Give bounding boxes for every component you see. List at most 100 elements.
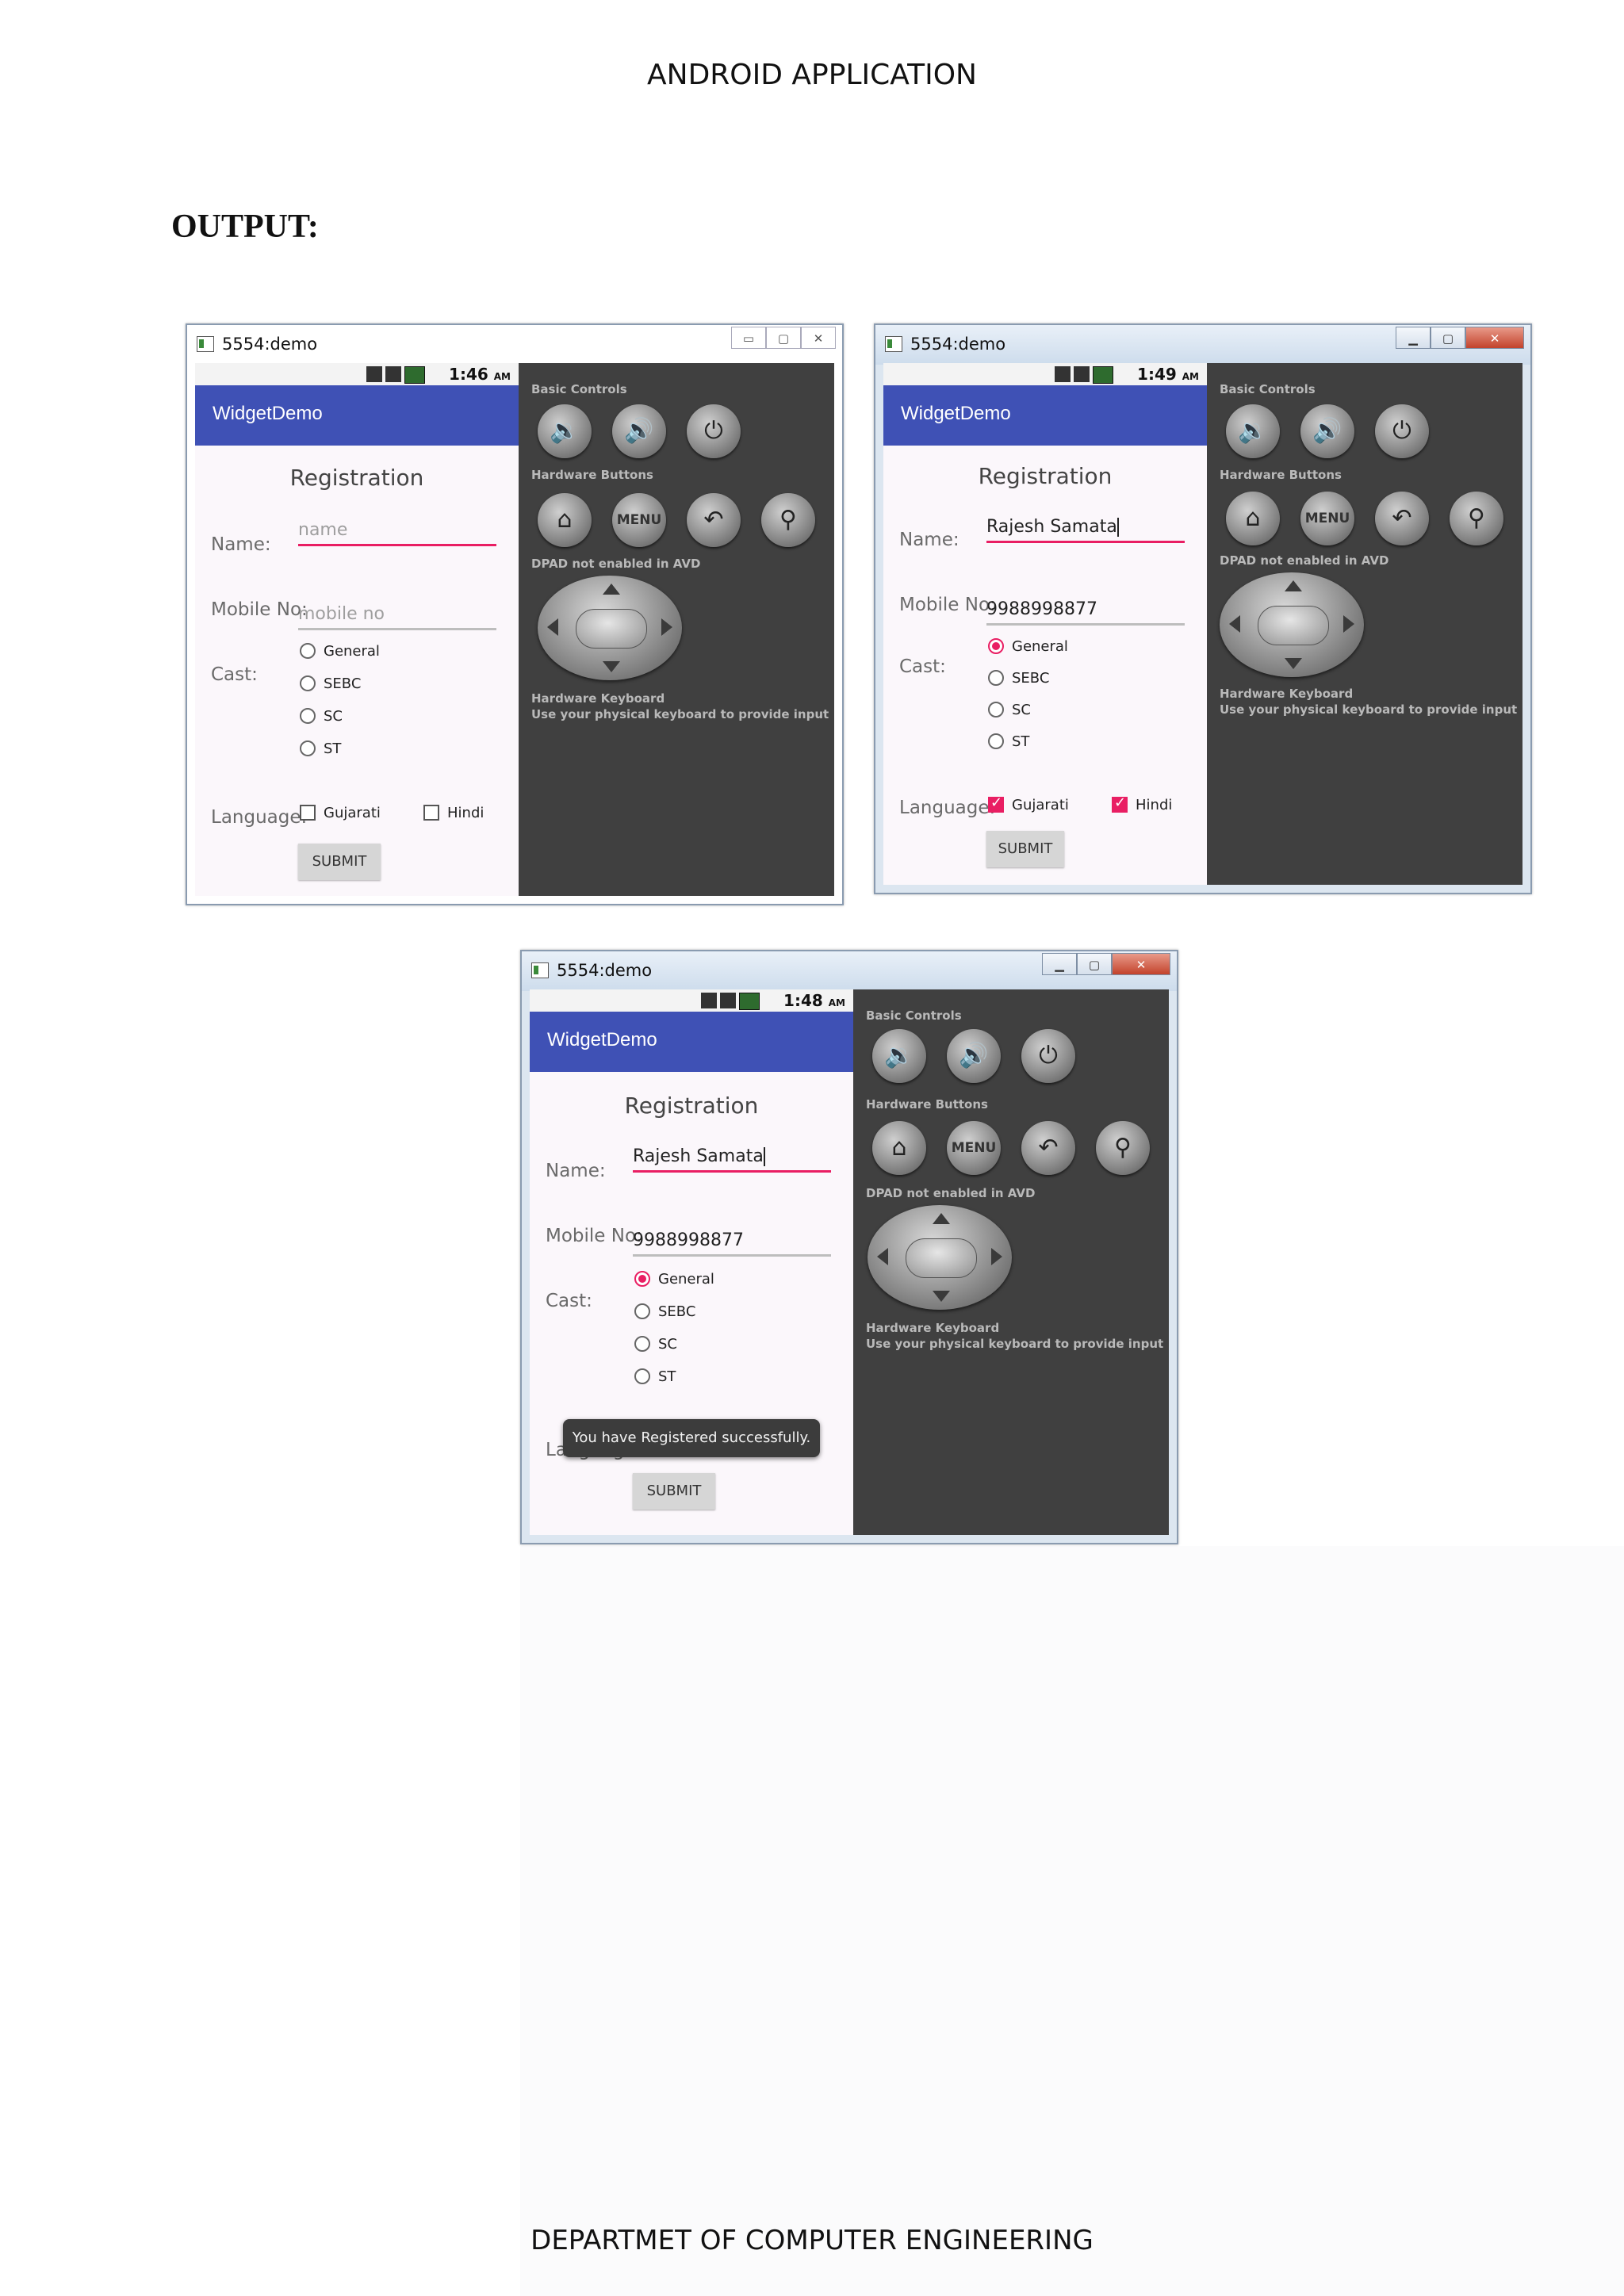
hardware-buttons-heading: Hardware Buttons xyxy=(531,468,653,482)
dpad-down-icon[interactable] xyxy=(1285,658,1302,669)
window-titlebar[interactable]: 5554:demo ▭ ▢ ✕ xyxy=(187,325,842,365)
radio-sebc[interactable]: SEBC xyxy=(988,666,1049,690)
name-input[interactable]: name xyxy=(298,519,496,546)
radio-sc[interactable]: SC xyxy=(988,698,1031,721)
radio-button[interactable] xyxy=(300,643,316,659)
mobile-input[interactable]: mobile no xyxy=(298,603,496,630)
cast-label: Cast: xyxy=(899,656,946,677)
checkbox-hindi[interactable]: Hindi xyxy=(1112,793,1172,817)
radio-button[interactable] xyxy=(988,733,1004,749)
maximize-button[interactable]: ▢ xyxy=(1077,953,1112,975)
home-icon[interactable]: ⌂ xyxy=(538,493,592,547)
dpad-up-icon[interactable] xyxy=(1285,580,1302,591)
radio-sc[interactable]: SC xyxy=(634,1332,677,1356)
dpad-left-icon[interactable] xyxy=(1229,615,1240,633)
submit-button[interactable]: SUBMIT xyxy=(298,844,381,880)
radio-sebc[interactable]: SEBC xyxy=(634,1299,695,1323)
radio-st[interactable]: ST xyxy=(300,737,341,760)
volume-up-icon[interactable]: 🔊 xyxy=(947,1029,1001,1083)
home-icon[interactable]: ⌂ xyxy=(1226,492,1280,545)
search-icon[interactable]: ⚲ xyxy=(1450,492,1503,545)
radio-general[interactable]: General xyxy=(634,1267,714,1291)
volume-down-icon[interactable]: 🔉 xyxy=(538,404,592,458)
dpad-down-icon[interactable] xyxy=(933,1291,950,1302)
dpad-control[interactable] xyxy=(1220,572,1364,677)
close-button[interactable]: ✕ xyxy=(801,327,836,349)
checkbox-gujarati[interactable]: Gujarati xyxy=(300,801,381,825)
close-button[interactable]: ✕ xyxy=(1112,953,1170,975)
checkbox-checked[interactable] xyxy=(1112,794,1128,813)
maximize-button[interactable]: ▢ xyxy=(766,327,801,349)
dpad-right-icon[interactable] xyxy=(661,618,672,636)
search-icon[interactable]: ⚲ xyxy=(761,493,815,547)
mobile-input[interactable]: 9988998877 xyxy=(633,1229,831,1257)
radio-button[interactable] xyxy=(988,670,1004,686)
emulator-controls-panel: Basic Controls 🔉 🔊 ⏻ Hardware Buttons ⌂ … xyxy=(519,363,834,896)
submit-button[interactable]: SUBMIT xyxy=(633,1473,715,1510)
dpad-center-button[interactable] xyxy=(906,1238,977,1278)
radio-button[interactable] xyxy=(634,1336,650,1352)
submit-button[interactable]: SUBMIT xyxy=(986,831,1064,867)
search-icon[interactable]: ⚲ xyxy=(1096,1121,1150,1175)
dpad-right-icon[interactable] xyxy=(991,1248,1002,1265)
radio-general[interactable]: General xyxy=(988,634,1068,658)
volume-down-icon[interactable]: 🔉 xyxy=(1226,404,1280,458)
dpad-control[interactable] xyxy=(868,1205,1012,1310)
checkbox-hindi[interactable]: Hindi xyxy=(423,801,484,825)
radio-button[interactable] xyxy=(634,1303,650,1319)
dpad-left-icon[interactable] xyxy=(877,1248,888,1265)
radio-st[interactable]: ST xyxy=(988,729,1029,753)
minimize-button[interactable]: ▭ xyxy=(731,327,766,349)
dpad-right-icon[interactable] xyxy=(1343,615,1354,633)
dpad-left-icon[interactable] xyxy=(547,618,558,636)
radio-general[interactable]: General xyxy=(300,639,380,663)
radio-button[interactable] xyxy=(300,708,316,724)
checkbox[interactable] xyxy=(300,805,316,821)
volume-down-icon[interactable]: 🔉 xyxy=(872,1029,926,1083)
radio-button[interactable] xyxy=(300,675,316,691)
minimize-button[interactable]: ▁ xyxy=(1396,327,1431,349)
volume-up-icon[interactable]: 🔊 xyxy=(1300,404,1354,458)
radio-button[interactable] xyxy=(634,1368,650,1384)
window-titlebar[interactable]: 5554:demo ▁ ▢ ✕ xyxy=(522,951,1177,991)
dpad-notice: DPAD not enabled in AVD xyxy=(531,557,701,571)
radio-sebc[interactable]: SEBC xyxy=(300,672,361,695)
mobile-input[interactable]: 9988998877 xyxy=(986,598,1185,626)
checkbox[interactable] xyxy=(423,805,439,821)
dpad-center-button[interactable] xyxy=(1258,606,1329,645)
radio-button-selected[interactable] xyxy=(634,1271,650,1287)
name-input[interactable]: Rajesh Samata xyxy=(633,1145,831,1173)
dpad-down-icon[interactable] xyxy=(603,661,620,672)
maximize-button[interactable]: ▢ xyxy=(1431,327,1465,349)
dpad-up-icon[interactable] xyxy=(933,1213,950,1224)
radio-button[interactable] xyxy=(300,740,316,756)
signal-icon xyxy=(1074,366,1090,382)
name-input[interactable]: Rajesh Samata xyxy=(986,515,1185,543)
minimize-button[interactable]: ▁ xyxy=(1042,953,1077,975)
back-icon[interactable]: ↶ xyxy=(687,493,741,547)
dpad-control[interactable] xyxy=(538,576,682,680)
close-button[interactable]: ✕ xyxy=(1465,327,1524,349)
back-icon[interactable]: ↶ xyxy=(1021,1121,1075,1175)
menu-button[interactable]: MENU xyxy=(612,493,666,547)
form-title: Registration xyxy=(624,1093,759,1119)
volume-up-icon[interactable]: 🔊 xyxy=(612,404,666,458)
checkbox-checked[interactable] xyxy=(988,794,1004,813)
power-icon[interactable]: ⏻ xyxy=(1021,1029,1075,1083)
toast-message: You have Registered successfully. xyxy=(563,1419,820,1457)
checkbox-gujarati[interactable]: Gujarati xyxy=(988,793,1069,817)
window-titlebar[interactable]: 5554:demo ▁ ▢ ✕ xyxy=(875,325,1530,365)
radio-button[interactable] xyxy=(988,702,1004,718)
menu-button[interactable]: MENU xyxy=(1300,492,1354,545)
menu-button[interactable]: MENU xyxy=(947,1121,1001,1175)
radio-st[interactable]: ST xyxy=(634,1364,676,1388)
home-icon[interactable]: ⌂ xyxy=(872,1121,926,1175)
back-icon[interactable]: ↶ xyxy=(1375,492,1429,545)
power-icon[interactable]: ⏻ xyxy=(1375,404,1429,458)
radio-button-selected[interactable] xyxy=(988,638,1004,654)
dpad-center-button[interactable] xyxy=(576,609,647,649)
power-icon[interactable]: ⏻ xyxy=(687,404,741,458)
radio-sc[interactable]: SC xyxy=(300,704,343,728)
dpad-up-icon[interactable] xyxy=(603,584,620,595)
network-3g-icon xyxy=(701,993,717,1008)
